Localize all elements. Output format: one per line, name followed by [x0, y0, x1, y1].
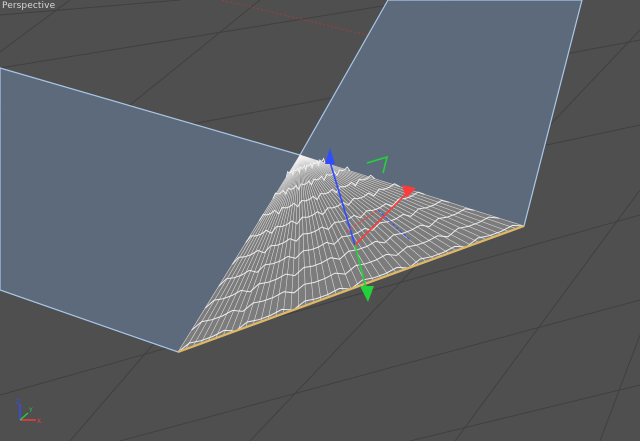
- viewport-name-label[interactable]: Perspective: [2, 1, 55, 11]
- scene-canvas[interactable]: [0, 0, 640, 441]
- axis-indicator-icon: Z X Y: [16, 399, 41, 425]
- axis-x-label: X: [37, 418, 41, 425]
- axis-y-label: Y: [28, 407, 33, 414]
- axis-z-label: Z: [16, 399, 20, 406]
- perspective-viewport[interactable]: Perspective Z X Y: [0, 0, 640, 441]
